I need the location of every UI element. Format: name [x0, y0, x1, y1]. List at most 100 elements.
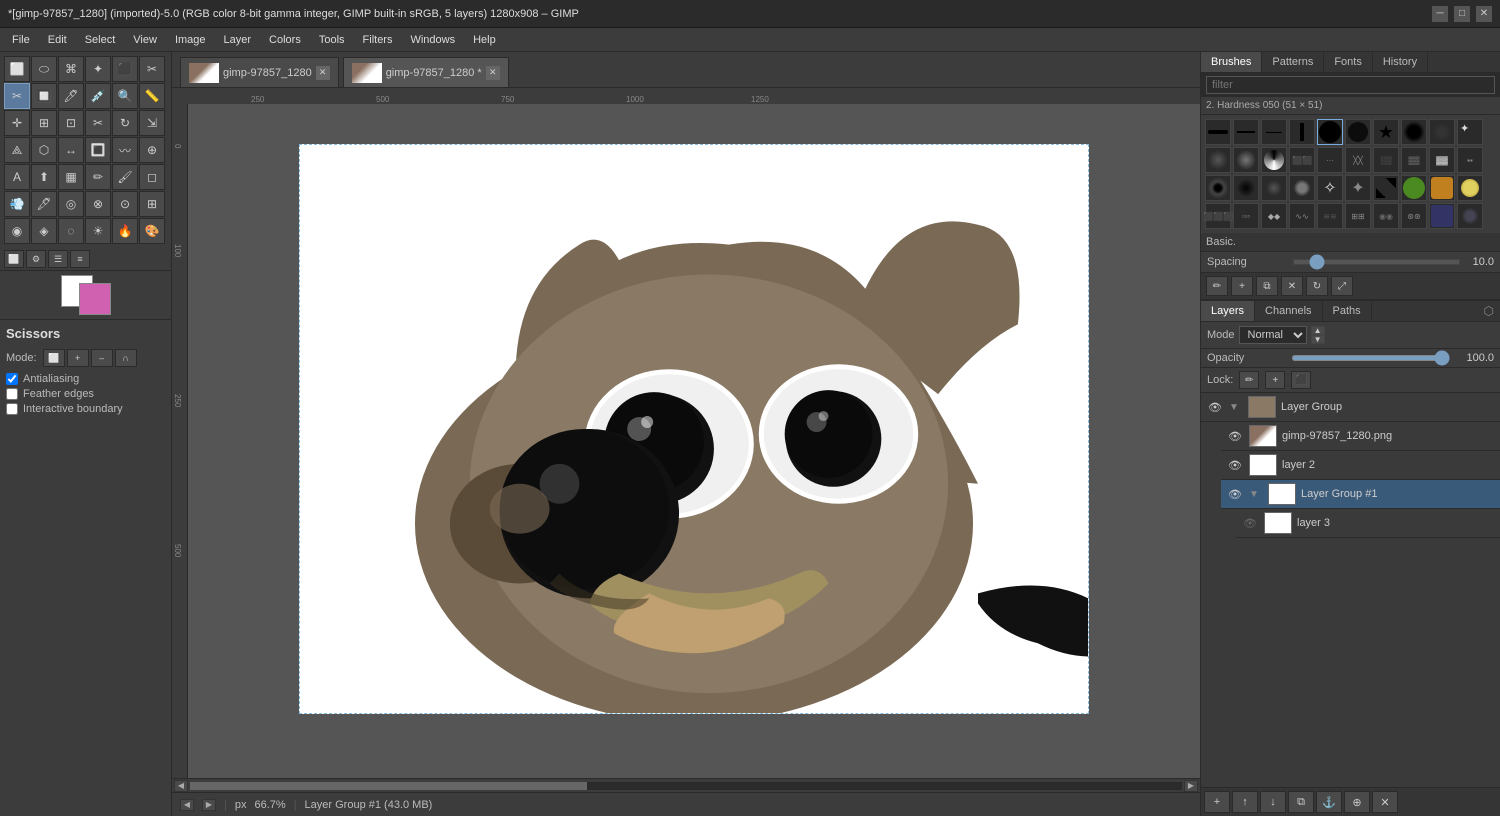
- brush-item[interactable]: [1289, 119, 1315, 145]
- mode-intersect-button[interactable]: ∩: [115, 349, 137, 367]
- tab-brushes[interactable]: Brushes: [1201, 52, 1262, 72]
- layers-panel-expand-button[interactable]: ⬡: [1478, 302, 1500, 320]
- layer-visibility-toggle[interactable]: 👁: [1226, 456, 1244, 474]
- mode-down-arrow[interactable]: ▼: [1311, 335, 1325, 344]
- antialiasing-checkbox[interactable]: [6, 373, 18, 385]
- tab-history[interactable]: History: [1373, 52, 1428, 72]
- brush-item[interactable]: ⬛⬛: [1289, 147, 1315, 173]
- tool-crop[interactable]: ✂: [85, 110, 111, 136]
- brush-item[interactable]: [1205, 147, 1231, 173]
- tool-rect-select[interactable]: ⬜: [4, 56, 30, 82]
- layer-row-group1[interactable]: 👁 ▼ Layer Group #1: [1221, 480, 1500, 509]
- tool-move[interactable]: ✛: [4, 110, 30, 136]
- brush-item[interactable]: ★: [1373, 119, 1399, 145]
- brush-item[interactable]: [1261, 147, 1287, 173]
- tool-mypaint[interactable]: ◎: [58, 191, 84, 217]
- tool-airbrush[interactable]: 💨: [4, 191, 30, 217]
- brush-item[interactable]: ▫▫▫: [1233, 203, 1259, 229]
- tool-perspective-clone[interactable]: ⊞: [139, 191, 165, 217]
- tool-select-by-color[interactable]: ⬛: [112, 56, 138, 82]
- mode-add-button[interactable]: +: [67, 349, 89, 367]
- tool-healing[interactable]: ⊙: [112, 191, 138, 217]
- tool-color-picker[interactable]: 💉: [85, 83, 111, 109]
- tool-warp[interactable]: 〰: [112, 137, 138, 163]
- raise-layer-button[interactable]: ↑: [1232, 791, 1258, 813]
- menu-edit[interactable]: Edit: [40, 32, 75, 48]
- brush-item[interactable]: ▒▒: [1401, 147, 1427, 173]
- layer-collapse-toggle[interactable]: ▼: [1249, 489, 1263, 500]
- tab-close-1[interactable]: ✕: [316, 66, 330, 80]
- layer-visibility-toggle[interactable]: 👁: [1206, 398, 1224, 416]
- brush-item[interactable]: [1457, 175, 1483, 201]
- tool-scissors[interactable]: ✂: [139, 56, 165, 82]
- mode-up-arrow[interactable]: ▲: [1311, 326, 1325, 335]
- brush-item[interactable]: [1233, 147, 1259, 173]
- menu-colors[interactable]: Colors: [261, 32, 309, 48]
- tool-transform[interactable]: ⊡: [58, 110, 84, 136]
- tool-gradient[interactable]: ▦: [58, 164, 84, 190]
- status-nav-next[interactable]: ▶: [202, 799, 216, 811]
- mode-replace-button[interactable]: ⬜: [43, 349, 65, 367]
- layer-row-image[interactable]: 👁 gimp-97857_1280.png: [1221, 422, 1500, 451]
- horizontal-scrollbar[interactable]: ◀ ▶: [172, 778, 1200, 792]
- tab-layers[interactable]: Layers: [1201, 301, 1255, 321]
- tool-smudge[interactable]: ◌: [58, 218, 84, 244]
- brush-item[interactable]: [1261, 119, 1287, 145]
- interactive-boundary-checkbox[interactable]: [6, 403, 18, 415]
- merge-layer-button[interactable]: ⊕: [1344, 791, 1370, 813]
- tool-free-select[interactable]: ⌘: [58, 56, 84, 82]
- brush-item[interactable]: [1429, 175, 1455, 201]
- tab-fonts[interactable]: Fonts: [1324, 52, 1373, 72]
- tool-scissors-active[interactable]: ✂: [4, 83, 30, 109]
- scroll-track[interactable]: [190, 782, 1182, 790]
- tool-shear[interactable]: ⟁: [4, 137, 30, 163]
- layer-visibility-toggle[interactable]: 👁: [1226, 427, 1244, 445]
- brush-item[interactable]: ◉◉: [1373, 203, 1399, 229]
- brush-duplicate-button[interactable]: ⧉: [1256, 276, 1278, 296]
- layer-row-layer2[interactable]: 👁 layer 2: [1221, 451, 1500, 480]
- tool-clone[interactable]: ⊗: [85, 191, 111, 217]
- brush-new-button[interactable]: +: [1231, 276, 1253, 296]
- tool-zoom[interactable]: 🔍: [112, 83, 138, 109]
- scroll-left-button[interactable]: ◀: [174, 780, 188, 792]
- tool-fuzzy-select[interactable]: ✦: [85, 56, 111, 82]
- menu-select[interactable]: Select: [77, 32, 124, 48]
- layer-visibility-toggle[interactable]: 👁: [1241, 514, 1259, 532]
- close-button[interactable]: ✕: [1476, 6, 1492, 22]
- brush-delete-button[interactable]: ✕: [1281, 276, 1303, 296]
- tool-ink[interactable]: 🖋: [31, 191, 57, 217]
- tool-sharpen[interactable]: ◈: [31, 218, 57, 244]
- tool-eraser[interactable]: ◻: [139, 164, 165, 190]
- menu-view[interactable]: View: [125, 32, 165, 48]
- tool-hue-sat[interactable]: 🎨: [139, 218, 165, 244]
- tab-channels[interactable]: Channels: [1255, 301, 1322, 321]
- lock-pixels-button[interactable]: ✏: [1239, 371, 1259, 389]
- tool-preset-button[interactable]: ☰: [48, 250, 68, 268]
- configure-button[interactable]: ≡: [70, 250, 90, 268]
- lock-alpha-button[interactable]: ⬛: [1291, 371, 1311, 389]
- tool-blur[interactable]: ◉: [4, 218, 30, 244]
- quick-mask-button[interactable]: ⬜: [4, 250, 24, 268]
- brush-item[interactable]: [1345, 119, 1371, 145]
- brush-search-input[interactable]: [1206, 76, 1495, 94]
- brush-item-selected[interactable]: [1317, 119, 1343, 145]
- anchor-layer-button[interactable]: ⚓: [1316, 791, 1342, 813]
- tool-rotate[interactable]: ↻: [112, 110, 138, 136]
- brush-item[interactable]: [1401, 175, 1427, 201]
- brush-item[interactable]: [1261, 175, 1287, 201]
- lower-layer-button[interactable]: ↓: [1260, 791, 1286, 813]
- tool-perspective[interactable]: ⬡: [31, 137, 57, 163]
- foreground-color-swatch[interactable]: [79, 283, 111, 315]
- tab-close-2[interactable]: ✕: [486, 66, 500, 80]
- layer-collapse-toggle[interactable]: ▼: [1229, 402, 1243, 413]
- maximize-button[interactable]: □: [1454, 6, 1470, 22]
- brush-item[interactable]: [1429, 203, 1455, 229]
- mode-subtract-button[interactable]: –: [91, 349, 113, 367]
- brush-item[interactable]: ⬛⬛⬛: [1205, 203, 1231, 229]
- tab-paths[interactable]: Paths: [1323, 301, 1372, 321]
- layer-row-group[interactable]: 👁 ▼ Layer Group: [1201, 393, 1500, 422]
- brush-item[interactable]: [1205, 175, 1231, 201]
- tool-burn[interactable]: 🔥: [112, 218, 138, 244]
- tool-text[interactable]: A: [4, 164, 30, 190]
- status-nav-prev[interactable]: ◀: [180, 799, 194, 811]
